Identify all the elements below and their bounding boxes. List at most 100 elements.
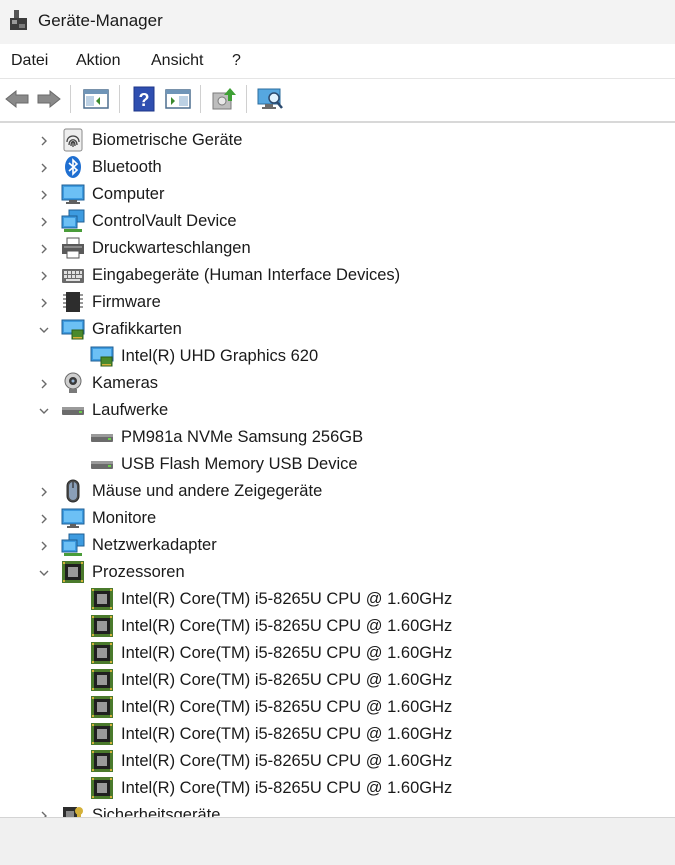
chevron-right-icon[interactable] — [38, 162, 50, 174]
fingerprint-icon — [63, 128, 83, 152]
tree-category[interactable]: Kameras — [0, 370, 675, 397]
tree-category[interactable]: Monitore — [0, 505, 675, 532]
help-icon[interactable]: ? — [130, 85, 158, 113]
scan-hardware-icon[interactable] — [256, 85, 284, 113]
tree-category[interactable]: Grafikkarten — [0, 316, 675, 343]
tree-device[interactable]: Intel(R) Core(TM) i5-8265U CPU @ 1.60GHz — [0, 613, 675, 640]
tree-item-label: Intel(R) Core(TM) i5-8265U CPU @ 1.60GHz — [121, 671, 453, 689]
tree-device[interactable]: Intel(R) Core(TM) i5-8265U CPU @ 1.60GHz — [0, 694, 675, 721]
tree-category[interactable]: Netzwerkadapter — [0, 532, 675, 559]
bluetooth-icon — [65, 156, 81, 178]
chevron-down-icon[interactable] — [38, 324, 50, 336]
tree-item-label: Mäuse und andere Zeigegeräte — [92, 482, 323, 500]
toolbar-separator — [119, 85, 120, 113]
tree-category[interactable]: Biometrische Geräte — [0, 127, 675, 154]
tree-device[interactable]: Intel(R) UHD Graphics 620 — [0, 343, 675, 370]
chevron-right-icon[interactable] — [38, 243, 50, 255]
display-adapter-icon — [61, 319, 85, 340]
tree-category[interactable]: Eingabegeräte (Human Interface Devices) — [0, 262, 675, 289]
chevron-right-icon[interactable] — [38, 378, 50, 390]
tree-device[interactable]: Intel(R) Core(TM) i5-8265U CPU @ 1.60GHz — [0, 640, 675, 667]
show-hide-console-tree-icon[interactable] — [82, 85, 110, 113]
properties-icon[interactable] — [164, 85, 192, 113]
tree-item-label: Eingabegeräte (Human Interface Devices) — [92, 266, 401, 284]
title-bar: Geräte-Manager — [0, 0, 675, 44]
printer-icon — [62, 237, 84, 259]
drive-icon — [91, 434, 113, 442]
tree-category[interactable]: Prozessoren — [0, 559, 675, 586]
chevron-right-icon[interactable] — [38, 513, 50, 525]
tree-item-label: Intel(R) Core(TM) i5-8265U CPU @ 1.60GHz — [121, 590, 453, 608]
tree-item-label: Prozessoren — [92, 563, 185, 581]
svg-text:?: ? — [139, 90, 150, 110]
chevron-right-icon[interactable] — [38, 135, 50, 147]
drive-icon — [91, 461, 113, 469]
tree-device[interactable]: Intel(R) Core(TM) i5-8265U CPU @ 1.60GHz — [0, 721, 675, 748]
toolbar-separator — [200, 85, 201, 113]
tree-item-label: ControlVault Device — [92, 212, 237, 230]
network-icon — [61, 209, 85, 232]
tree-category[interactable]: ControlVault Device — [0, 208, 675, 235]
tree-item-label: Intel(R) Core(TM) i5-8265U CPU @ 1.60GHz — [121, 617, 453, 635]
tree-item-label: USB Flash Memory USB Device — [121, 455, 358, 473]
tree-item-label: Kameras — [92, 374, 159, 392]
computer-icon — [61, 184, 85, 204]
toolbar-separator — [70, 85, 71, 113]
chip-icon — [63, 292, 83, 312]
chevron-right-icon[interactable] — [38, 540, 50, 552]
tree-item-label: Grafikkarten — [92, 320, 182, 338]
processor-icon — [91, 642, 113, 664]
tree-category[interactable]: Mäuse und andere Zeigegeräte — [0, 478, 675, 505]
tree-category[interactable]: Sicherheitsgeräte — [0, 802, 675, 817]
tree-device[interactable]: Intel(R) Core(TM) i5-8265U CPU @ 1.60GHz — [0, 775, 675, 802]
security-device-icon — [63, 807, 83, 817]
tree-item-label: Druckwarteschlangen — [92, 239, 251, 257]
chevron-right-icon[interactable] — [38, 810, 50, 817]
drive-icon — [62, 407, 84, 415]
tree-item-label: Netzwerkadapter — [92, 536, 217, 554]
chevron-right-icon[interactable] — [38, 189, 50, 201]
status-bar — [0, 817, 675, 865]
processor-icon — [91, 615, 113, 637]
chevron-down-icon[interactable] — [38, 405, 50, 417]
device-tree[interactable]: Biometrische Geräte Bluetooth Computer Cont… — [0, 124, 675, 817]
menu-datei[interactable]: Datei — [11, 52, 48, 70]
tree-item-label: Intel(R) Core(TM) i5-8265U CPU @ 1.60GHz — [121, 698, 453, 716]
keyboard-icon — [62, 269, 84, 283]
back-arrow-icon[interactable] — [3, 85, 31, 113]
tree-item-label: Intel(R) Core(TM) i5-8265U CPU @ 1.60GHz — [121, 725, 453, 743]
tree-category[interactable]: Druckwarteschlangen — [0, 235, 675, 262]
chevron-right-icon[interactable] — [38, 216, 50, 228]
forward-arrow-icon[interactable] — [35, 85, 63, 113]
tree-item-label: Intel(R) Core(TM) i5-8265U CPU @ 1.60GHz — [121, 752, 453, 770]
tree-item-label: Laufwerke — [92, 401, 169, 419]
tree-item-label: Monitore — [92, 509, 157, 527]
tree-device[interactable]: Intel(R) Core(TM) i5-8265U CPU @ 1.60GHz — [0, 748, 675, 775]
chevron-down-icon[interactable] — [38, 567, 50, 579]
menu-aktion[interactable]: Aktion — [76, 52, 120, 70]
network-icon — [61, 533, 85, 556]
device-manager-icon — [10, 10, 27, 30]
mouse-icon — [66, 479, 80, 503]
tree-item-label: PM981a NVMe Samsung 256GB — [121, 428, 364, 446]
chevron-right-icon[interactable] — [38, 486, 50, 498]
tree-item-label: Biometrische Geräte — [92, 131, 243, 149]
tree-device[interactable]: PM981a NVMe Samsung 256GB — [0, 424, 675, 451]
tree-category[interactable]: Firmware — [0, 289, 675, 316]
tree-item-label: Intel(R) UHD Graphics 620 — [121, 347, 319, 365]
chevron-right-icon[interactable] — [38, 297, 50, 309]
tree-device[interactable]: Intel(R) Core(TM) i5-8265U CPU @ 1.60GHz — [0, 586, 675, 613]
update-driver-icon[interactable] — [210, 85, 238, 113]
tree-item-label: Intel(R) Core(TM) i5-8265U CPU @ 1.60GHz — [121, 644, 453, 662]
tree-category[interactable]: Laufwerke — [0, 397, 675, 424]
tree-device[interactable]: Intel(R) Core(TM) i5-8265U CPU @ 1.60GHz — [0, 667, 675, 694]
window-title: Geräte-Manager — [38, 11, 163, 30]
chevron-right-icon[interactable] — [38, 270, 50, 282]
tree-item-label: Sicherheitsgeräte — [92, 806, 221, 817]
menu-ansicht[interactable]: Ansicht — [151, 52, 203, 70]
menu-help[interactable]: ? — [232, 52, 241, 70]
tree-category[interactable]: Bluetooth — [0, 154, 675, 181]
tree-category[interactable]: Computer — [0, 181, 675, 208]
menu-bar: Datei Aktion Ansicht ? — [0, 44, 675, 79]
tree-device[interactable]: USB Flash Memory USB Device — [0, 451, 675, 478]
